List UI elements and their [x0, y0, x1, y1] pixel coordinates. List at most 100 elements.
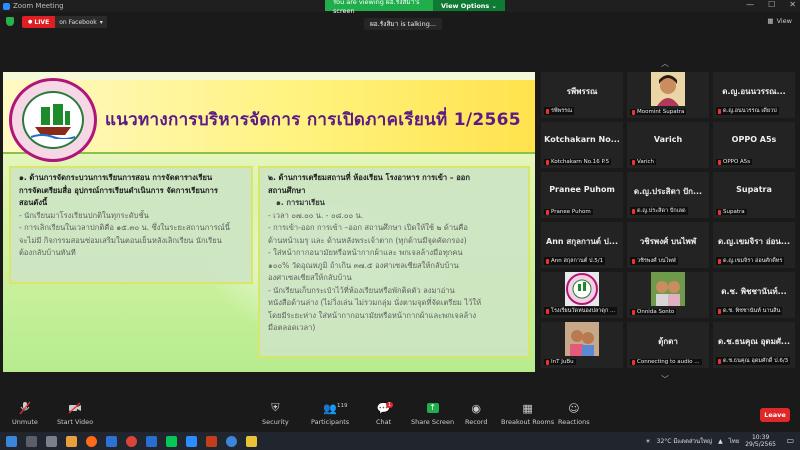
participant-tile[interactable]: วชิรพงศ์ บนไพฬ่ วชิรพงศ์ บนไพฬ่: [627, 222, 709, 268]
participant-tile[interactable]: Kotchakarn No... Kotchakarn No.16 P.5: [541, 122, 623, 168]
notification-icon[interactable]: ▭: [786, 436, 794, 445]
share-screen-label: Share Screen: [411, 418, 455, 426]
participant-label-text: รพีพรรณ: [551, 108, 573, 114]
store-icon[interactable]: [146, 435, 157, 447]
reactions-icon: ☺: [568, 401, 580, 415]
caret-down-icon: ▾: [99, 18, 103, 26]
start-video-label: Start Video: [57, 418, 94, 426]
language-indicator[interactable]: ไทย: [729, 436, 740, 446]
participant-tile[interactable]: Varich Varich: [627, 122, 709, 168]
box2-line-1: - เวลา ๐๗.๐๐ น. - ๐๘.๐๐ น.: [268, 210, 364, 220]
box1-line-3: จะไม่มี กิจกรรมสอนซ่อมเสริมในตอนเย็นหลัง…: [19, 235, 222, 245]
participant-name-label: Pranee Puhom: [544, 209, 593, 215]
live-badge: ● LIVE: [22, 16, 56, 28]
record-button[interactable]: ◉ Record: [465, 401, 487, 427]
participant-tile[interactable]: ด.ญ.อนนวรรณ... ด.ญ.อนนวรรณ เดียวบ่: [713, 72, 795, 118]
file-explorer-icon[interactable]: [66, 435, 77, 447]
live-stream-button[interactable]: ● LIVE on Facebook ▾: [22, 16, 107, 28]
participant-tile[interactable]: ด.ญ.เขมจิรา อ่อน... ด.ญ.เขมจิรา อ่อนศักดิ…: [713, 222, 795, 268]
chat-button[interactable]: 💬 1 Chat: [376, 401, 394, 426]
participant-name-label: รพีพรรณ: [544, 107, 575, 115]
meeting-topbar: ● LIVE on Facebook ▾ ผอ.รังสิมา is talking…: [0, 12, 800, 32]
app-title: Zoom Meeting: [0, 2, 64, 10]
participant-tile[interactable]: โรงเรียนวัดหนองปลาดุก ...: [541, 272, 623, 318]
line-icon[interactable]: [166, 435, 177, 447]
gallery-down-chevron-icon[interactable]: ﹀: [661, 374, 669, 385]
participant-label-text: Connecting to audio ...: [637, 359, 700, 365]
participant-tile[interactable]: Pranee Puhom Pranee Puhom: [541, 172, 623, 218]
participant-display-name: วชิรพงศ์ บนไพฬ่: [639, 237, 697, 246]
edge-icon[interactable]: [226, 435, 237, 447]
participant-tile[interactable]: ด.ญ.ประสิดา ปัก... ด.ญ.ประสิดา ปักเลด: [627, 172, 709, 218]
security-button[interactable]: ⛨ Security: [262, 401, 289, 426]
participant-label-text: ด.ช.ธนคุณ อุดมศักดิ์ ป.6/3: [723, 358, 789, 364]
participant-tile[interactable]: Ann สกุลกานต์ ป... Ann สกุลกานต์ ป.5/1: [541, 222, 623, 268]
zoom-icon[interactable]: [186, 435, 197, 447]
participant-label-text: Onnida Sonto: [637, 309, 675, 315]
shared-screen: แนวทางการบริหารจัดการ การเปิดภาคเรียนที่…: [3, 72, 535, 372]
muted-mic-icon: [632, 109, 635, 115]
firefox-icon[interactable]: [86, 435, 97, 447]
close-icon[interactable]: ✕: [789, 0, 796, 9]
participant-tile[interactable]: ด.ช.ธนคุณ อุดมศั... ด.ช.ธนคุณ อุดมศักดิ์ …: [713, 322, 795, 368]
maximize-icon[interactable]: ☐: [768, 0, 775, 9]
muted-mic-icon: [632, 258, 635, 264]
participant-tile[interactable]: ตุ้กตา Connecting to audio ...: [627, 322, 709, 368]
start-video-button[interactable]: Start Video: [57, 401, 93, 426]
word-icon[interactable]: [106, 435, 117, 447]
task-view-icon[interactable]: [46, 435, 57, 447]
os-taskbar: ☀ 32°C มีแดดส่วนใหญ่ ▲ ไทย 10:39 29/5/25…: [0, 432, 800, 450]
participant-name-label: ด.ช.ธนคุณ อุดมศักดิ์ ป.6/3: [716, 357, 791, 365]
leave-button[interactable]: Leave: [760, 408, 790, 422]
weather-icon: ☀: [645, 437, 651, 445]
view-button[interactable]: ▦ View: [767, 17, 792, 25]
live-target-label: on Facebook: [59, 18, 97, 26]
muted-mic-icon: [632, 359, 635, 365]
participant-name-label: โรงเรียนวัดหนองปลาดุก ...: [544, 307, 618, 315]
participant-label-text: InT JuBu: [551, 359, 574, 365]
share-screen-button[interactable]: ↑ Share Screen: [411, 401, 454, 426]
shield-icon[interactable]: [6, 17, 14, 26]
breakout-rooms-label: Breakout Rooms: [501, 418, 555, 426]
powerpoint-icon[interactable]: [206, 435, 217, 447]
participants-button[interactable]: 👥 119 Participants: [311, 401, 349, 427]
zoom-logo-icon: [3, 2, 10, 10]
network-icon[interactable]: ▲: [718, 438, 723, 445]
reactions-button[interactable]: ☺ Reactions: [558, 401, 590, 427]
view-options-button[interactable]: View Options ⌄: [432, 0, 505, 11]
meeting-toolbar: Unmute Start Video ⛨ Security 👥 119 Part…: [0, 398, 800, 432]
participant-tile[interactable]: OPPO A5s OPPO A5s: [713, 122, 795, 168]
minimize-icon[interactable]: —: [746, 0, 754, 9]
photos-icon[interactable]: [246, 435, 257, 447]
muted-mic-icon: [546, 159, 549, 165]
unmute-button[interactable]: Unmute: [12, 401, 38, 426]
grid-icon: ▦: [767, 17, 774, 25]
participant-tile[interactable]: ด.ช. พิชชานันท์... ด.ช. พิชชานันท์ นานสิน: [713, 272, 795, 318]
search-icon[interactable]: [26, 435, 37, 447]
muted-mic-icon: [632, 159, 635, 165]
muted-mic-icon: [546, 258, 549, 264]
participant-name-label: ด.ญ.ประสิดา ปักเลด: [630, 207, 688, 215]
participant-display-name: Ann สกุลกานต์ ป...: [546, 237, 618, 246]
participant-tile[interactable]: Onnida Sonto: [627, 272, 709, 318]
system-tray: ☀ 32°C มีแดดส่วนใหญ่ ▲ ไทย 10:39 29/5/25…: [645, 434, 776, 448]
gallery-up-chevron-icon[interactable]: ︿: [661, 58, 669, 69]
participant-tile[interactable]: InT JuBu: [541, 322, 623, 368]
participant-name-label: Onnida Sonto: [630, 309, 677, 315]
participant-tile[interactable]: Moomint Supatra: [627, 72, 709, 118]
breakout-rooms-button[interactable]: ▦ Breakout Rooms: [501, 401, 555, 427]
chrome-icon[interactable]: [126, 435, 137, 447]
participant-name-label: Ann สกุลกานต์ ป.5/1: [544, 257, 606, 265]
muted-mic-icon: [546, 359, 549, 365]
participant-tile[interactable]: รพีพรรณ รพีพรรณ: [541, 72, 623, 118]
participant-tile[interactable]: Supatra Supatra: [713, 172, 795, 218]
box2-line-5: ๑๐๐% วัดอุณหภูมิ ถ้าเกิน ๓๗.๕ องศาเซลเซี…: [268, 260, 459, 270]
participant-name-label: OPPO A5s: [716, 159, 753, 165]
security-label: Security: [262, 418, 289, 426]
box1-heading-2: การจัดเตรียมสื่อ อุปกรณ์การเรียนดำเนินกา…: [19, 185, 218, 195]
box1-line-2: - การเลิกเรียนในเวลาปกติคือ ๑๕.๓๐ น. ซึ่…: [19, 223, 230, 232]
participant-photo: [565, 272, 599, 306]
participant-name-label: Kotchakarn No.16 P.5: [544, 159, 612, 165]
clock[interactable]: 10:39 29/5/2565: [745, 434, 776, 448]
start-menu-icon[interactable]: [6, 435, 17, 447]
